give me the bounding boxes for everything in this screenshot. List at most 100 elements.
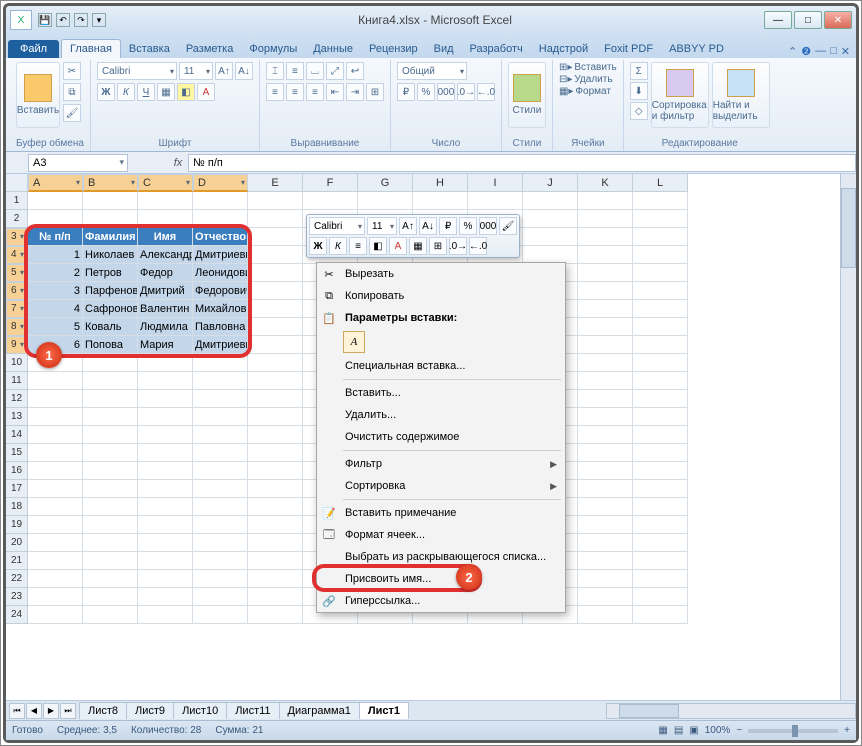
cut-icon[interactable]: ✂ — [63, 62, 81, 80]
cell[interactable] — [633, 300, 688, 318]
row-header[interactable]: 4 — [6, 246, 28, 264]
row-header[interactable]: 1 — [6, 192, 28, 210]
shrink-font-icon[interactable]: A↓ — [235, 62, 253, 80]
cell[interactable]: Федор — [138, 264, 193, 282]
cell[interactable] — [248, 570, 303, 588]
cell[interactable] — [578, 588, 633, 606]
cell[interactable] — [28, 192, 83, 210]
sheet-tab[interactable]: Лист9 — [126, 702, 174, 719]
italic-button[interactable]: К — [117, 83, 135, 101]
sheet-nav-last[interactable]: ⏭ — [60, 703, 76, 719]
cell[interactable] — [248, 264, 303, 282]
cell[interactable] — [193, 516, 248, 534]
tab-home[interactable]: Главная — [61, 39, 121, 58]
cell[interactable]: Дмитриевич — [193, 246, 248, 264]
qat-save-icon[interactable]: 💾 — [38, 13, 52, 27]
qat-undo-icon[interactable]: ↶ — [56, 13, 70, 27]
worksheet-grid[interactable]: ABCDEFGHIJKL 123456789101112131415161718… — [6, 174, 856, 714]
cell[interactable] — [248, 210, 303, 228]
cell[interactable]: Сафронов — [83, 300, 138, 318]
cell[interactable] — [193, 570, 248, 588]
cell[interactable] — [193, 588, 248, 606]
sheet-tab[interactable]: Лист10 — [173, 702, 227, 719]
cell[interactable]: Дмитриевна — [193, 336, 248, 354]
sheet-tab[interactable]: Лист11 — [226, 702, 279, 719]
align-bottom-icon[interactable]: ⌴ — [306, 62, 324, 80]
cell[interactable] — [248, 354, 303, 372]
cell[interactable]: 3 — [28, 282, 83, 300]
close-button[interactable]: ✕ — [824, 11, 852, 29]
grow-font-icon[interactable]: A↑ — [215, 62, 233, 80]
row-header[interactable]: 13 — [6, 408, 28, 426]
border-icon[interactable]: ▦ — [157, 83, 175, 101]
cells-format-button[interactable]: ▦▸ Формат — [559, 86, 611, 97]
cell[interactable] — [138, 408, 193, 426]
column-header[interactable]: C — [138, 174, 193, 192]
cell[interactable]: Леонидович — [193, 264, 248, 282]
name-box[interactable]: A3 — [28, 154, 128, 172]
cell[interactable] — [138, 498, 193, 516]
cell[interactable]: Фамилия — [83, 228, 138, 246]
cell[interactable] — [578, 426, 633, 444]
mini-merge-icon[interactable]: ⊞ — [429, 237, 447, 255]
cell[interactable] — [28, 480, 83, 498]
excel-icon[interactable]: X — [10, 10, 32, 30]
file-tab[interactable]: Файл — [8, 40, 59, 58]
cell[interactable] — [578, 246, 633, 264]
cells-delete-button[interactable]: ⊟▸ Удалить — [559, 74, 613, 85]
cell[interactable] — [578, 552, 633, 570]
font-name-select[interactable]: Calibri — [97, 62, 177, 80]
bold-button[interactable]: Ж — [97, 83, 115, 101]
cell[interactable] — [83, 480, 138, 498]
paste-button[interactable]: Вставить — [16, 62, 60, 128]
tab-abbyy[interactable]: ABBYY PD — [661, 40, 732, 58]
cells-insert-button[interactable]: ⊞▸ Вставить — [559, 62, 617, 73]
comma-icon[interactable]: 000 — [437, 83, 455, 101]
fill-icon[interactable]: ⬇ — [630, 82, 648, 100]
cell[interactable] — [523, 228, 578, 246]
cell[interactable] — [248, 390, 303, 408]
cell[interactable] — [578, 354, 633, 372]
row-header[interactable]: 24 — [6, 606, 28, 624]
row-header[interactable]: 11 — [6, 372, 28, 390]
cell[interactable] — [193, 444, 248, 462]
ctx-sort[interactable]: Сортировка▶ — [317, 475, 565, 497]
cell[interactable]: 1 — [28, 246, 83, 264]
format-painter-icon[interactable]: 🖌 — [63, 104, 81, 122]
row-header[interactable]: 22 — [6, 570, 28, 588]
mini-italic-button[interactable]: К — [329, 237, 347, 255]
cell[interactable] — [578, 462, 633, 480]
cell[interactable] — [633, 192, 688, 210]
tab-developer[interactable]: Разработч — [462, 40, 531, 58]
cell[interactable] — [83, 426, 138, 444]
cell[interactable] — [28, 606, 83, 624]
mini-border-icon[interactable]: ▦ — [409, 237, 427, 255]
cell[interactable] — [83, 498, 138, 516]
dec-decimal-icon[interactable]: ←.0 — [477, 83, 495, 101]
row-header[interactable]: 20 — [6, 534, 28, 552]
cell[interactable]: Дмитрий — [138, 282, 193, 300]
ctx-define-name[interactable]: Присвоить имя... — [317, 568, 565, 590]
cell[interactable] — [468, 192, 523, 210]
cell[interactable] — [193, 372, 248, 390]
cell[interactable] — [633, 606, 688, 624]
minimize-button[interactable]: — — [764, 11, 792, 29]
cell[interactable] — [633, 570, 688, 588]
cell[interactable] — [83, 210, 138, 228]
cell[interactable] — [578, 516, 633, 534]
cell[interactable] — [28, 516, 83, 534]
mini-fill-color-icon[interactable]: ◧ — [369, 237, 387, 255]
cell[interactable] — [578, 498, 633, 516]
wrap-text-icon[interactable]: ↩ — [346, 62, 364, 80]
cell[interactable] — [578, 390, 633, 408]
maximize-button[interactable]: □ — [794, 11, 822, 29]
cell[interactable] — [83, 192, 138, 210]
mini-align-center-icon[interactable]: ≡ — [349, 237, 367, 255]
sheet-tab[interactable]: Диаграмма1 — [279, 702, 360, 719]
row-header[interactable]: 18 — [6, 498, 28, 516]
row-header[interactable]: 9 — [6, 336, 28, 354]
cell[interactable] — [633, 534, 688, 552]
cell[interactable] — [248, 300, 303, 318]
cell[interactable] — [578, 480, 633, 498]
font-size-select[interactable]: 11 — [179, 62, 213, 80]
